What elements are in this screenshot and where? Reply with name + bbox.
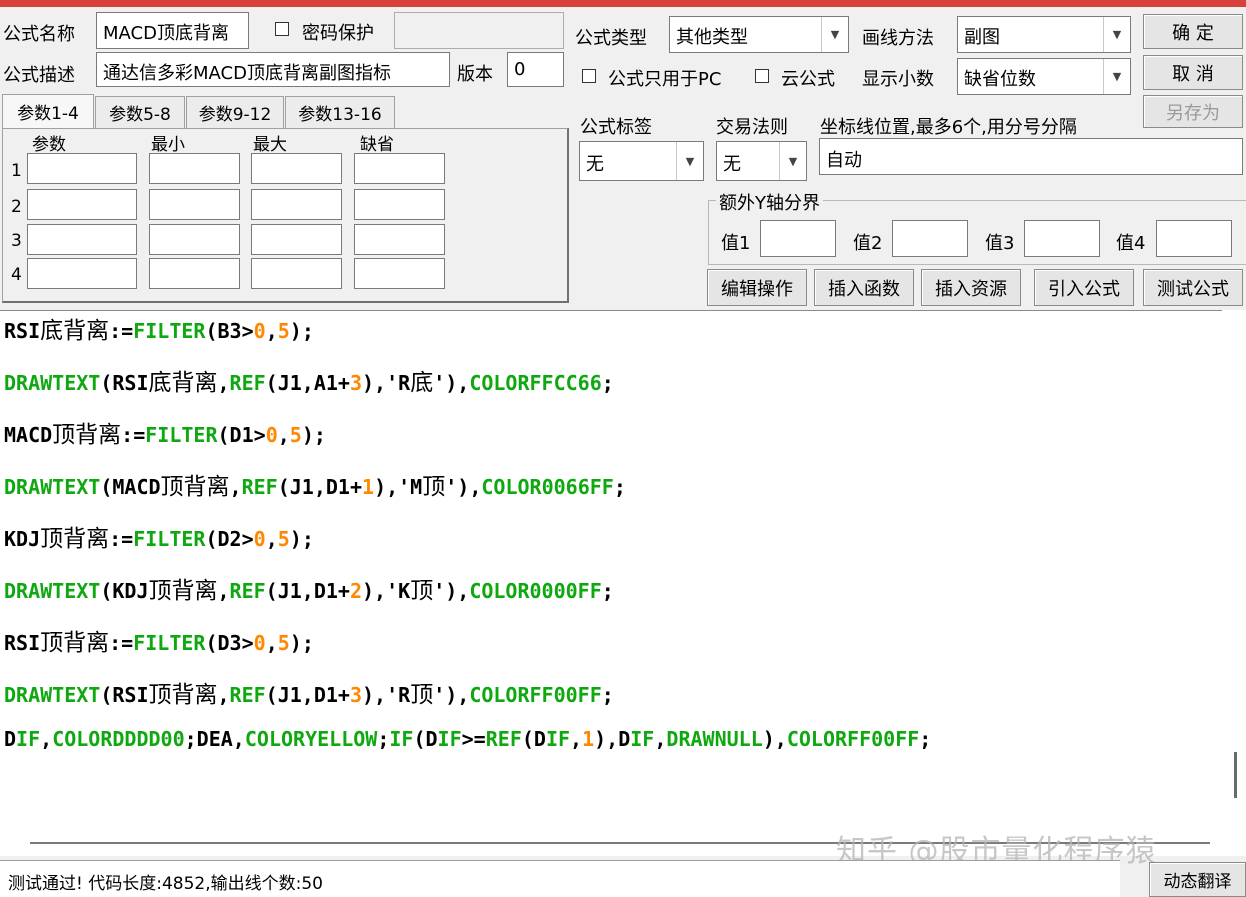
draw-method-label: 画线方法: [862, 28, 934, 49]
param-name-input[interactable]: [27, 258, 137, 289]
param-name-input[interactable]: [27, 153, 137, 184]
chevron-down-icon[interactable]: ▼: [779, 142, 806, 180]
tab-params-9-12[interactable]: 参数9-12: [186, 96, 284, 128]
param-header-name: 参数: [32, 135, 66, 155]
import-formula-button[interactable]: 引入公式: [1034, 269, 1134, 306]
param-min-input[interactable]: [149, 224, 240, 255]
chevron-down-icon[interactable]: ▼: [821, 17, 848, 52]
code-line: DIF,COLORDDDD00;DEA,COLORYELLOW;IF(DIF>=…: [4, 727, 932, 751]
coord-lines-input[interactable]: 自动: [819, 138, 1243, 175]
y-value-label: 值4: [1116, 233, 1146, 254]
y-value-3-input[interactable]: [1024, 220, 1100, 257]
formula-tag-select[interactable]: 无 ▼: [579, 141, 704, 181]
y-value-4-input[interactable]: [1156, 220, 1232, 257]
formula-tag-value: 无: [586, 154, 604, 175]
param-header-default: 缺省: [360, 135, 394, 155]
insert-function-button[interactable]: 插入函数: [814, 269, 914, 306]
param-name-input[interactable]: [27, 224, 137, 255]
draw-method-value: 副图: [964, 27, 1000, 48]
code-line: DRAWTEXT(RSI顶背离,REF(J1,D1+3),'R顶'),COLOR…: [4, 682, 614, 708]
password-checkbox[interactable]: [275, 22, 289, 36]
decimals-label: 显示小数: [862, 69, 934, 90]
vertical-scrollbar-thumb[interactable]: [1234, 752, 1237, 798]
cancel-button[interactable]: 取 消: [1143, 55, 1243, 90]
tab-params-13-16[interactable]: 参数13-16: [285, 96, 395, 128]
formula-type-select[interactable]: 其他类型 ▼: [669, 16, 849, 53]
y-value-label: 值2: [853, 233, 883, 254]
password-label: 密码保护: [302, 23, 374, 44]
param-min-input[interactable]: [149, 153, 240, 184]
param-row-number: 2: [11, 197, 22, 217]
trade-rule-label: 交易法则: [716, 117, 788, 138]
cloud-label: 云公式: [781, 69, 835, 90]
param-row-number: 3: [11, 231, 22, 251]
code-editor[interactable]: RSI底背离:=FILTER(B3>0,5); DRAWTEXT(RSI底背离,…: [0, 310, 1222, 831]
chevron-down-icon[interactable]: ▼: [1103, 59, 1130, 94]
formula-type-label: 公式类型: [575, 28, 647, 49]
param-header-min: 最小: [151, 135, 185, 155]
code-line: RSI顶背离:=FILTER(D3>0,5);: [4, 630, 314, 656]
param-max-input[interactable]: [251, 189, 342, 220]
y-value-1-input[interactable]: [760, 220, 836, 257]
param-max-input[interactable]: [251, 153, 342, 184]
formula-name-input[interactable]: MACD顶底背离: [96, 12, 249, 49]
decimals-value: 缺省位数: [964, 69, 1036, 90]
code-line: RSI底背离:=FILTER(B3>0,5);: [4, 318, 314, 344]
param-min-input[interactable]: [149, 258, 240, 289]
status-bar: 测试通过! 代码长度:4852,输出线个数:50: [0, 860, 1120, 897]
y-value-2-input[interactable]: [892, 220, 968, 257]
chevron-down-icon[interactable]: ▼: [676, 142, 703, 180]
code-line: KDJ顶背离:=FILTER(D2>0,5);: [4, 526, 314, 552]
password-input: [394, 12, 564, 49]
param-default-input[interactable]: [354, 153, 445, 184]
formula-desc-input[interactable]: 通达信多彩MACD顶底背离副图指标: [96, 52, 450, 87]
version-input[interactable]: 0: [507, 52, 564, 87]
coord-lines-label: 坐标线位置,最多6个,用分号分隔: [820, 117, 1077, 138]
formula-desc-label: 公式描述: [3, 65, 75, 86]
tab-params-1-4[interactable]: 参数1-4: [2, 94, 94, 128]
param-max-input[interactable]: [251, 258, 342, 289]
param-row-number: 4: [11, 265, 22, 285]
code-line: MACD顶背离:=FILTER(D1>0,5);: [4, 422, 326, 448]
ok-button[interactable]: 确 定: [1143, 14, 1243, 49]
param-max-input[interactable]: [251, 224, 342, 255]
extra-y-axis-label: 额外Y轴分界: [716, 189, 823, 215]
status-text: 测试通过! 代码长度:4852,输出线个数:50: [8, 874, 323, 894]
formula-name-label: 公式名称: [3, 24, 75, 45]
test-formula-button[interactable]: 测试公式: [1143, 269, 1243, 306]
trade-rule-select[interactable]: 无 ▼: [716, 141, 807, 181]
pc-only-checkbox[interactable]: [582, 69, 596, 83]
formula-type-value: 其他类型: [676, 27, 748, 48]
tab-params-5-8[interactable]: 参数5-8: [95, 96, 185, 128]
param-header-max: 最大: [253, 135, 287, 155]
y-value-label: 值1: [721, 233, 751, 254]
y-value-label: 值3: [985, 233, 1015, 254]
code-line: DRAWTEXT(KDJ顶背离,REF(J1,D1+2),'K顶'),COLOR…: [4, 578, 614, 604]
param-default-input[interactable]: [354, 189, 445, 220]
param-min-input[interactable]: [149, 189, 240, 220]
draw-method-select[interactable]: 副图 ▼: [957, 16, 1131, 53]
version-label: 版本: [457, 64, 493, 85]
chevron-down-icon[interactable]: ▼: [1103, 17, 1130, 52]
code-line: DRAWTEXT(RSI底背离,REF(J1,A1+3),'R底'),COLOR…: [4, 370, 614, 396]
trade-rule-value: 无: [723, 154, 741, 175]
edit-ops-button[interactable]: 编辑操作: [707, 269, 807, 306]
decimals-select[interactable]: 缺省位数 ▼: [957, 58, 1131, 95]
cloud-checkbox[interactable]: [755, 69, 769, 83]
formula-tag-label: 公式标签: [580, 117, 652, 138]
param-row-number: 1: [11, 161, 22, 181]
insert-resource-button[interactable]: 插入资源: [921, 269, 1021, 306]
code-line: DRAWTEXT(MACD顶背离,REF(J1,D1+1),'M顶'),COLO…: [4, 474, 626, 500]
param-name-input[interactable]: [27, 189, 137, 220]
save-as-button: 另存为: [1143, 95, 1243, 128]
dynamic-translate-button[interactable]: 动态翻译: [1149, 862, 1246, 897]
window-title-bar: [0, 0, 1246, 7]
pc-only-label: 公式只用于PC: [608, 69, 722, 90]
param-default-input[interactable]: [354, 224, 445, 255]
param-default-input[interactable]: [354, 258, 445, 289]
